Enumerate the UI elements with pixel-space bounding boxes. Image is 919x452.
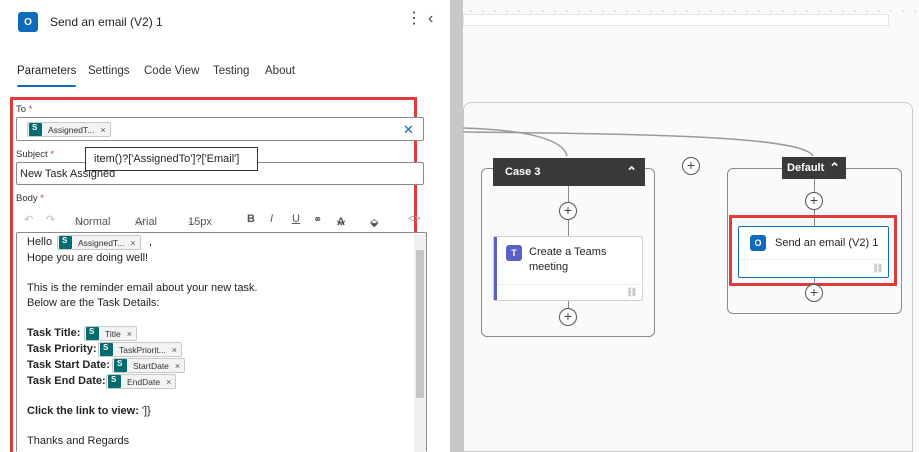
title-token[interactable]: Title × <box>84 326 138 341</box>
token-label: AssignedT... <box>48 124 95 135</box>
canvas-top-strip <box>463 14 889 26</box>
send-email-action-title: Send an email (V2) 1 <box>775 237 879 249</box>
token-label: AssignedT... <box>78 237 125 248</box>
chevron-down-icon: ⌵ <box>188 216 197 228</box>
link-icon: ⛓ <box>872 263 884 273</box>
case3-add-action-bottom[interactable]: + <box>559 308 577 326</box>
tab-settings[interactable]: Settings <box>88 65 130 77</box>
collapse-default-icon[interactable]: ⌃ <box>829 160 840 176</box>
teams-action-card[interactable]: T Create a Teams meeting ⛓ <box>493 236 643 301</box>
body-line: This is the reminder email about your ne… <box>27 282 258 294</box>
end-date-token[interactable]: EndDate × <box>106 374 177 389</box>
panel-resize-handle[interactable] <box>450 0 463 452</box>
send-email-action-card[interactable]: O Send an email (V2) 1 ⛓ <box>738 226 889 278</box>
remove-token-icon[interactable]: × <box>130 238 135 248</box>
undo-icon[interactable]: ↶ <box>24 213 33 226</box>
remove-token-icon[interactable]: × <box>166 377 171 387</box>
default-add-action-bottom[interactable]: + <box>805 284 823 302</box>
clear-icon[interactable]: ✕ <box>403 122 414 138</box>
italic-icon[interactable]: I <box>270 213 273 225</box>
click-link-suffix: ']} <box>141 405 151 417</box>
chevron-down-icon: ⌵ <box>75 216 84 228</box>
hello-text: Hello <box>27 236 53 248</box>
tab-code-view[interactable]: Code View <box>144 65 199 77</box>
tab-testing[interactable]: Testing <box>213 65 249 77</box>
remove-token-icon[interactable]: × <box>175 361 180 371</box>
sharepoint-icon <box>86 327 99 340</box>
body-content: Hello AssignedT... × , Hope you are doin… <box>16 232 428 452</box>
outlook-icon: O <box>750 235 766 251</box>
collapse-case3-icon[interactable]: ⌃ <box>626 164 637 180</box>
sharepoint-icon <box>114 359 127 372</box>
assigned-to-token[interactable]: AssignedT... × <box>27 122 111 137</box>
token-label: EndDate <box>127 376 161 387</box>
default-header[interactable]: Default ⌃ <box>782 157 846 179</box>
code-view-icon[interactable]: <> <box>408 213 421 225</box>
thanks-line: Thanks and Regards <box>27 435 130 447</box>
link-icon: ⛓ <box>626 287 638 297</box>
subject-label: Subject * <box>16 149 55 160</box>
token-label: StartDate <box>133 360 169 371</box>
body-scrollbar-thumb[interactable] <box>416 250 424 398</box>
task-end-label: Task End Date: <box>27 375 106 387</box>
action-details-panel: O Send an email (V2) 1 ⋮ ‹ Parameters Se… <box>0 0 450 452</box>
task-priority-label: Task Priority: <box>27 343 97 355</box>
sharepoint-icon <box>59 236 72 249</box>
default-add-action-top[interactable]: + <box>805 192 823 210</box>
link-icon[interactable]: ⚭ <box>313 213 322 226</box>
token-label: Title <box>105 328 121 339</box>
tab-parameters[interactable]: Parameters <box>17 65 77 87</box>
case3-header[interactable]: Case 3 ⌃ <box>493 158 645 186</box>
outlook-icon: O <box>18 12 38 32</box>
expression-tooltip: item()?['AssignedTo']?['Email'] <box>85 147 258 171</box>
sharepoint-icon <box>100 343 113 356</box>
rich-text-toolbar: ↶ ↷ Normal ⌵ Arial ⌵ 15px ⌵ B I U ⚭ A ⌵ … <box>16 210 421 230</box>
chevron-down-icon: ⌵ <box>370 216 379 228</box>
teams-action-title: Create a Teams meeting <box>529 246 607 273</box>
default-title: Default <box>787 162 825 174</box>
bold-icon[interactable]: B <box>247 213 255 225</box>
case3-title: Case 3 <box>505 166 541 178</box>
collapse-panel-icon[interactable]: ‹ <box>428 11 433 27</box>
click-link-line: Click the link to view: ']} <box>27 405 151 417</box>
redo-icon[interactable]: ↷ <box>46 213 55 226</box>
case3-add-action-top[interactable]: + <box>559 202 577 220</box>
panel-title: Send an email (V2) 1 <box>50 15 163 29</box>
body-line: Hope you are doing well! <box>27 252 149 264</box>
remove-token-icon[interactable]: × <box>100 125 105 135</box>
token-label: TaskPriorit... <box>119 344 166 355</box>
chevron-down-icon: ⌵ <box>337 216 346 228</box>
task-start-label: Task Start Date: <box>27 359 110 371</box>
card-divider <box>497 284 642 285</box>
hello-suffix: , <box>149 236 153 248</box>
task-priority-token[interactable]: TaskPriorit... × <box>98 342 183 357</box>
assigned-to-token[interactable]: AssignedT... × <box>57 235 141 250</box>
start-date-token[interactable]: StartDate × <box>112 358 186 373</box>
card-divider <box>739 259 888 260</box>
body-line: Below are the Task Details: <box>27 297 160 309</box>
remove-token-icon[interactable]: × <box>172 345 177 355</box>
task-title-label: Task Title: <box>27 327 81 339</box>
teams-icon: T <box>506 245 522 261</box>
to-label: To * <box>16 104 33 115</box>
chevron-down-icon: ⌵ <box>135 216 144 228</box>
to-field[interactable]: AssignedT... × ✕ <box>16 117 424 141</box>
tab-about[interactable]: About <box>265 65 295 77</box>
body-line-hello: Hello <box>27 236 52 248</box>
more-options-icon[interactable]: ⋮ <box>406 11 422 27</box>
remove-token-icon[interactable]: × <box>127 329 132 339</box>
sharepoint-icon <box>108 375 121 388</box>
body-label: Body * <box>16 193 44 204</box>
teams-accent-bar <box>494 237 497 300</box>
sharepoint-icon <box>29 123 42 136</box>
underline-icon[interactable]: U <box>292 213 300 225</box>
add-branch-button[interactable]: + <box>682 157 700 175</box>
